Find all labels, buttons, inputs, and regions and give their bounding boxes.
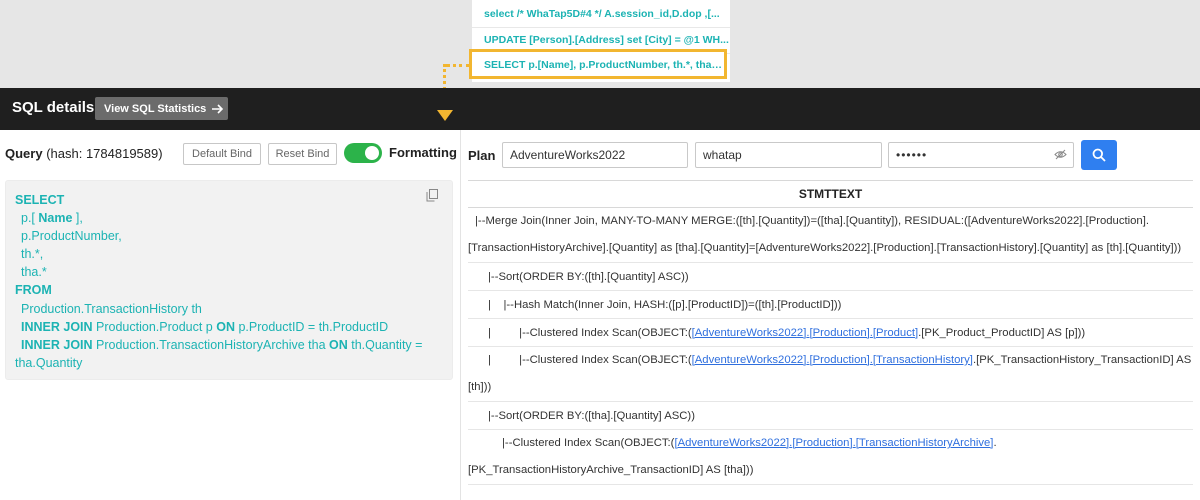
sql-line: INNER JOIN Production.TransactionHistory… bbox=[21, 338, 422, 352]
copy-icon[interactable] bbox=[426, 189, 438, 202]
row-text: . bbox=[993, 437, 997, 449]
query-list: select /* WhaTap5D#4 */ A.session_id,D.d… bbox=[469, 0, 730, 82]
table-row: | |--Hash Match(Inner Join, HASH:([p].[P… bbox=[468, 291, 1193, 319]
table-row: | |--Clustered Index Scan(OBJECT:([Adven… bbox=[468, 319, 1193, 347]
sql-line: th.*, bbox=[21, 247, 44, 261]
row-text-line: | |--Clustered Index Scan(OBJECT:([Adven… bbox=[475, 347, 1193, 374]
plan-table: STMTTEXT |--Merge Join(Inner Join, MANY-… bbox=[468, 180, 1193, 485]
view-sql-statistics-button[interactable]: View SQL Statistics bbox=[95, 97, 228, 120]
row-text: .[PK_Product_ProductID] AS [p])) bbox=[918, 327, 1086, 339]
plan-label: Plan bbox=[468, 148, 496, 163]
sql-line: p.[ Name ], bbox=[21, 211, 83, 225]
sql-text: Production.Product p bbox=[92, 320, 217, 334]
row-text-line: |--Clustered Index Scan(OBJECT:([Adventu… bbox=[475, 430, 1193, 457]
sql-line: p.ProductNumber, bbox=[21, 229, 122, 243]
row-text: |--Merge Join(Inner Join, MANY-TO-MANY M… bbox=[475, 215, 1149, 227]
object-link[interactable]: [AdventureWorks2022] bbox=[692, 327, 807, 339]
row-text: [th])) bbox=[468, 381, 492, 393]
object-link[interactable]: [Production] bbox=[809, 327, 869, 339]
stats-button-label: View SQL Statistics bbox=[104, 102, 207, 115]
sql-keyword: ON bbox=[329, 338, 348, 352]
query-panel: Query (hash: 1784819589) Default Bind Re… bbox=[0, 130, 461, 500]
sql-keyword: INNER JOIN bbox=[21, 320, 93, 334]
sql-text: p.ProductID = th.ProductID bbox=[234, 320, 389, 334]
sql-keyword: SELECT bbox=[15, 193, 65, 207]
object-link[interactable]: [Production] bbox=[792, 437, 852, 449]
row-text: .[PK_TransactionHistory_TransactionID] A… bbox=[972, 354, 1192, 366]
reset-bind-button[interactable]: Reset Bind bbox=[268, 143, 337, 165]
query-title: Query (hash: 1784819589) bbox=[5, 146, 163, 161]
object-link[interactable]: [AdventureWorks2022] bbox=[674, 437, 789, 449]
arrow-right-icon bbox=[212, 103, 224, 114]
sql-line: tha.Quantity bbox=[15, 356, 83, 370]
plan-panel: Plan AdventureWorks2022 whatap •••••• ST… bbox=[462, 130, 1200, 500]
query-list-item[interactable]: select /* WhaTap5D#4 */ A.session_id,D.d… bbox=[472, 1, 730, 28]
table-row: | |--Clustered Index Scan(OBJECT:([Adven… bbox=[468, 347, 1193, 402]
sql-keyword: Name bbox=[38, 211, 73, 225]
default-bind-button[interactable]: Default Bind bbox=[183, 143, 261, 165]
sql-line: tha.* bbox=[21, 265, 47, 279]
query-list-item-selected[interactable]: SELECT p.[Name], p.ProductNumber, th.*, … bbox=[469, 49, 727, 79]
table-row: |--Sort(ORDER BY:([tha].[Quantity] ASC)) bbox=[468, 402, 1193, 430]
pointer-arrow-icon bbox=[437, 110, 453, 121]
page-title: SQL details bbox=[12, 99, 95, 116]
highlight-connector bbox=[446, 64, 470, 67]
row-text: |--Clustered Index Scan(OBJECT:( bbox=[502, 437, 675, 449]
object-link[interactable]: [Product] bbox=[873, 327, 918, 339]
formatting-label: Formatting bbox=[389, 145, 457, 160]
database-input[interactable]: AdventureWorks2022 bbox=[502, 142, 688, 168]
object-link[interactable]: [AdventureWorks2022] bbox=[692, 354, 807, 366]
sql-keyword: INNER JOIN bbox=[21, 338, 93, 352]
sql-text-box: SELECT p.[ Name ], p.ProductNumber, th.*… bbox=[5, 180, 453, 380]
column-header-stmttext: STMTTEXT bbox=[468, 180, 1193, 208]
object-link[interactable]: [TransactionHistory] bbox=[873, 354, 973, 366]
row-text: [TransactionHistoryArchive].[Quantity] a… bbox=[468, 242, 1182, 254]
user-input[interactable]: whatap bbox=[695, 142, 882, 168]
row-text: | |--Clustered Index Scan(OBJECT:( bbox=[488, 354, 692, 366]
sql-keyword: FROM bbox=[15, 283, 52, 297]
row-text: [PK_TransactionHistoryArchive_Transactio… bbox=[468, 464, 754, 476]
search-icon bbox=[1092, 148, 1106, 162]
password-input[interactable]: •••••• bbox=[888, 142, 1074, 168]
query-label: Query bbox=[5, 146, 43, 161]
table-row: |--Sort(ORDER BY:([th].[Quantity] ASC)) bbox=[468, 263, 1193, 291]
formatting-toggle[interactable] bbox=[344, 143, 382, 163]
sql-keyword: ON bbox=[216, 320, 235, 334]
sql-line: Production.TransactionHistory th bbox=[21, 302, 202, 316]
object-link[interactable]: [Production] bbox=[809, 354, 869, 366]
table-row: |--Clustered Index Scan(OBJECT:([Adventu… bbox=[468, 430, 1193, 485]
eye-off-icon[interactable] bbox=[1054, 149, 1067, 160]
query-hash: (hash: 1784819589) bbox=[46, 146, 163, 161]
table-row: |--Merge Join(Inner Join, MANY-TO-MANY M… bbox=[468, 208, 1193, 263]
sql-text: ], bbox=[72, 211, 83, 225]
toggle-knob bbox=[365, 146, 379, 160]
header-bar: SQL details View SQL Statistics bbox=[0, 88, 1200, 130]
sql-text: p.[ bbox=[21, 211, 39, 225]
search-button[interactable] bbox=[1081, 140, 1117, 170]
sql-text: Production.TransactionHistoryArchive tha bbox=[92, 338, 329, 352]
sql-text: th.Quantity = bbox=[347, 338, 423, 352]
row-text: | |--Clustered Index Scan(OBJECT:( bbox=[488, 327, 692, 339]
sql-line: INNER JOIN Production.Product p ON p.Pro… bbox=[21, 320, 388, 334]
object-link[interactable]: [TransactionHistoryArchive] bbox=[856, 437, 994, 449]
